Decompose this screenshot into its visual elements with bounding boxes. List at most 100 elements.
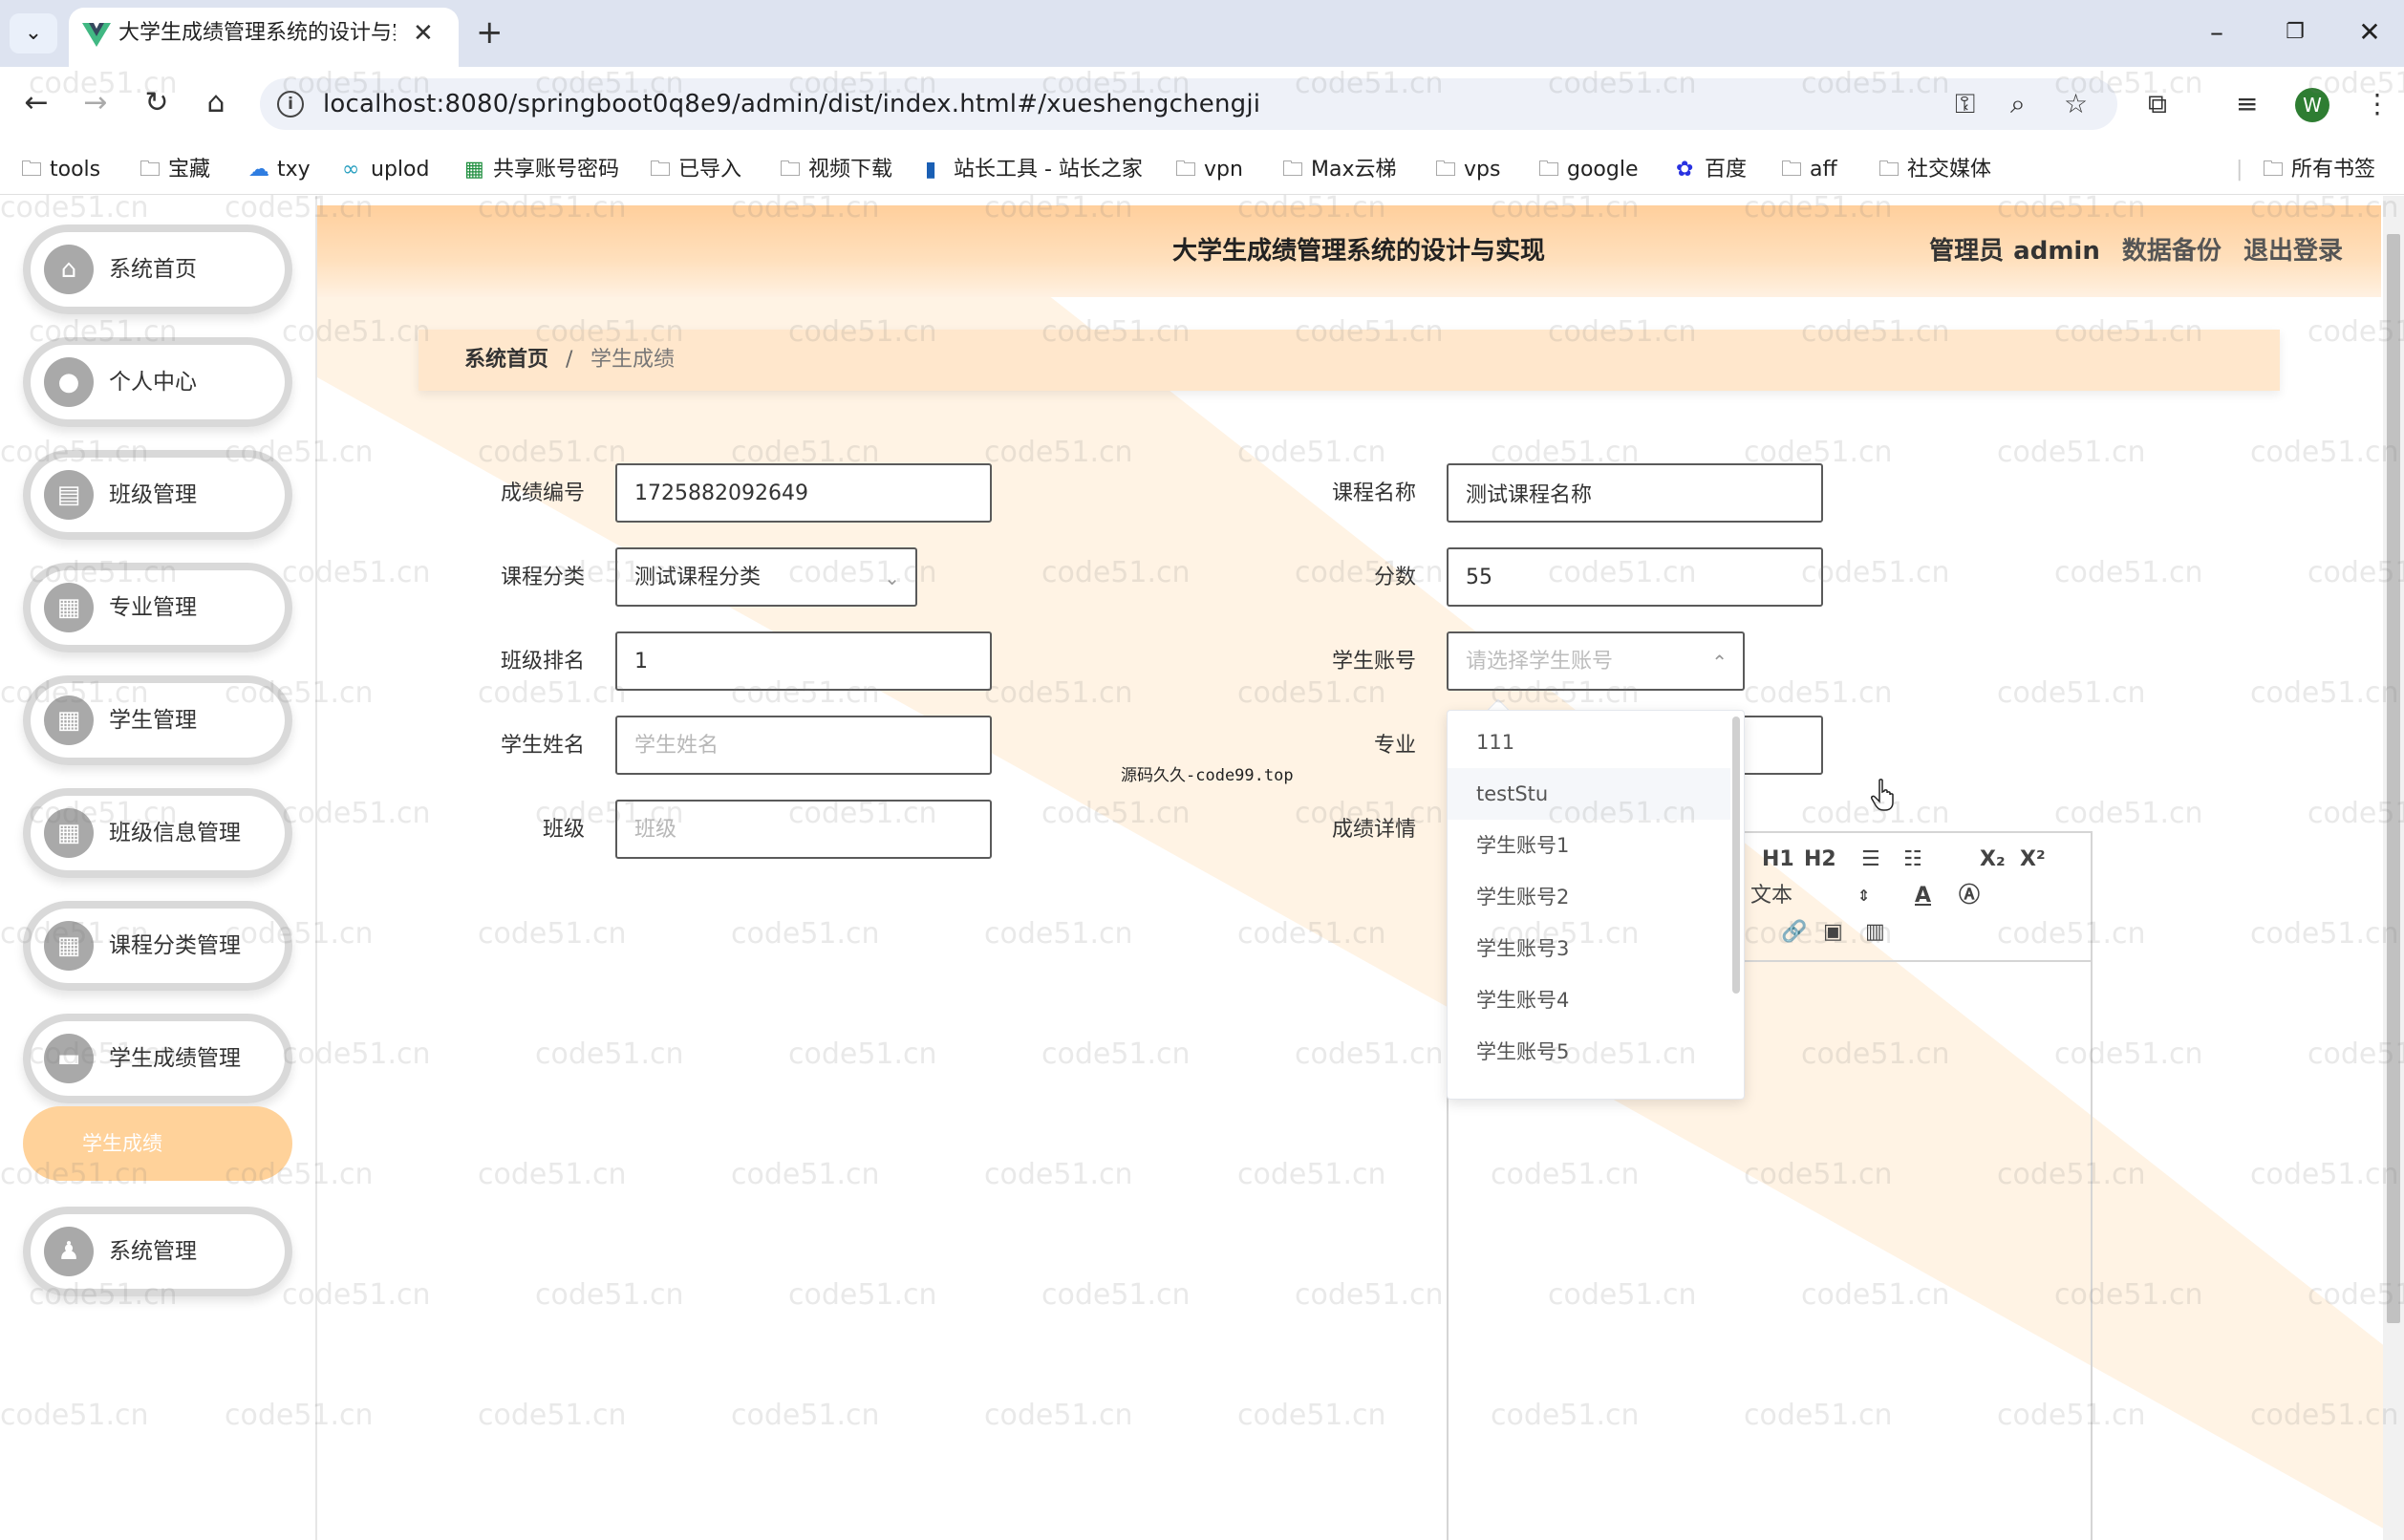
sidebar-item-class-info-mgmt[interactable]: ▦ 班级信息管理 xyxy=(23,788,292,878)
person-icon: ♟ xyxy=(44,1227,94,1276)
zoom-icon[interactable]: ⌕ xyxy=(2010,86,2026,122)
minimize-icon[interactable]: – xyxy=(2198,13,2236,52)
url-text[interactable]: localhost:8080/springboot0q8e9/admin/dis… xyxy=(323,86,1260,122)
address-bar-row: ← → ↻ ⌂ i localhost:8080/springboot0q8e9… xyxy=(0,67,2404,145)
editor-h1-button[interactable]: H1 xyxy=(1762,845,1794,874)
bookmark-social[interactable]: 🗀 社交媒体 xyxy=(1878,153,1991,187)
link-icon[interactable]: 🔗 xyxy=(1781,918,1807,947)
bookmark-vps[interactable]: 🗀 vps xyxy=(1435,153,1500,187)
score-id-input[interactable] xyxy=(615,463,992,523)
dropdown-option[interactable]: 111 xyxy=(1448,717,1730,768)
folder-icon: 🗀 xyxy=(650,158,672,182)
bookmark-star-icon[interactable]: ☆ xyxy=(2064,86,2088,122)
editor-superscript-button[interactable]: X² xyxy=(2020,845,2046,874)
editor-subscript-button[interactable]: X₂ xyxy=(1980,845,2006,874)
media-control-icon[interactable]: ≡ xyxy=(2236,86,2258,122)
forward-icon[interactable]: → xyxy=(76,84,115,122)
editor-h2-button[interactable]: H2 xyxy=(1804,845,1836,874)
tab-search-button[interactable]: ⌄ xyxy=(10,13,57,53)
overlay-source-text: 源码久久-code99.top xyxy=(1121,766,1294,785)
all-bookmarks[interactable]: 🗀 所有书签 xyxy=(2263,153,2375,187)
bullet-list-icon[interactable]: ☷ xyxy=(1903,845,1922,874)
breadcrumb: 系统首页 / 学生成绩 xyxy=(419,330,2280,391)
video-icon[interactable]: ▥ xyxy=(1865,918,1885,947)
bookmark-max[interactable]: 🗀 Max云梯 xyxy=(1282,153,1396,187)
bookmark-baidu[interactable]: ✿ 百度 xyxy=(1676,153,1747,187)
class-rank-label: 班级排名 xyxy=(500,650,585,674)
restore-icon[interactable]: ❐ xyxy=(2276,13,2314,52)
new-tab-icon[interactable]: + xyxy=(476,15,504,50)
dropdown-option[interactable]: 学生账号1 xyxy=(1448,820,1730,871)
bookmark-vpn[interactable]: 🗀 vpn xyxy=(1175,153,1243,187)
sidebar-item-major-mgmt[interactable]: ▦ 专业管理 xyxy=(23,563,292,652)
bookmark-chinaz[interactable]: ▮ 站长工具 - 站长之家 xyxy=(925,153,1143,187)
course-category-value: 测试课程分类 xyxy=(634,566,762,589)
bookmark-tools[interactable]: 🗀 tools xyxy=(21,153,100,187)
grid-icon: ▦ xyxy=(44,808,94,858)
dropdown-option[interactable]: 学生账号5 xyxy=(1448,1026,1730,1078)
class-label: 班级 xyxy=(542,818,585,842)
reload-icon[interactable]: ↻ xyxy=(138,84,176,122)
bookmark-uplod[interactable]: ∞ uplod xyxy=(342,153,429,187)
back-icon[interactable]: ← xyxy=(17,84,55,122)
score-detail-label: 成绩详情 xyxy=(1331,818,1416,842)
profile-avatar[interactable]: W xyxy=(2295,88,2329,122)
sidebar-item-label: 学生管理 xyxy=(109,708,197,733)
sidebar-item-course-category-mgmt[interactable]: ▦ 课程分类管理 xyxy=(23,901,292,991)
sidebar-item-class-mgmt[interactable]: ▤ 班级管理 xyxy=(23,450,292,540)
bookmark-google[interactable]: 🗀 google xyxy=(1538,153,1639,187)
breadcrumb-separator: / xyxy=(566,348,573,372)
image-icon[interactable]: ▣ xyxy=(1823,918,1843,947)
bookmark-treasure[interactable]: 🗀 宝藏 xyxy=(140,153,210,187)
page-scrollbar[interactable] xyxy=(2383,196,2404,1540)
close-window-icon[interactable]: ✕ xyxy=(2350,13,2389,52)
class-input[interactable] xyxy=(615,800,992,859)
tab-close-icon[interactable]: ✕ xyxy=(413,17,434,50)
page-scrollbar-thumb[interactable] xyxy=(2387,234,2400,1323)
home-browser-icon[interactable]: ⌂ xyxy=(197,84,235,122)
logout-link[interactable]: 退出登录 xyxy=(2243,237,2343,266)
sidebar-item-student-mgmt[interactable]: ▦ 学生管理 xyxy=(23,675,292,765)
student-name-input[interactable] xyxy=(615,716,992,775)
editor-text-style-select[interactable]: 文本 xyxy=(1750,882,1792,910)
sidebar-subitem-student-score[interactable]: 学生成绩 xyxy=(23,1106,292,1181)
browser-menu-icon[interactable]: ⋮ xyxy=(2364,86,2391,122)
site-info-icon[interactable]: i xyxy=(277,91,304,118)
class-rank-input[interactable] xyxy=(615,631,992,691)
chevron-down-icon: ⌄ xyxy=(884,567,900,589)
bookmark-video-download[interactable]: 🗀 视频下载 xyxy=(780,153,892,187)
major-label: 专业 xyxy=(1373,734,1416,758)
folder-icon: 🗀 xyxy=(780,158,802,182)
dropdown-option[interactable]: 学生账号4 xyxy=(1448,974,1730,1026)
course-category-select[interactable]: 测试课程分类 ⌄ xyxy=(615,547,917,607)
score-input[interactable] xyxy=(1447,547,1823,607)
sidebar-item-profile[interactable]: ● 个人中心 xyxy=(23,337,292,427)
dropdown-option[interactable]: testStu xyxy=(1448,768,1730,820)
bookmark-aff[interactable]: 🗀 aff xyxy=(1781,153,1837,187)
dropdown-option[interactable]: 学生账号2 xyxy=(1448,871,1730,923)
dropdown-scrollbar[interactable] xyxy=(1732,717,1740,994)
backup-link[interactable]: 数据备份 xyxy=(2122,237,2222,266)
student-account-select[interactable]: 请选择学生账号 ⌃ xyxy=(1447,631,1745,691)
extensions-icon[interactable]: ⧉ xyxy=(2148,86,2167,122)
bookmarks-bar: 🗀 tools 🗀 宝藏 ☁ txy ∞ uplod ▦ 共享账号密码 🗀 已导入 🗀 视频下… xyxy=(0,145,2404,195)
dropdown-option[interactable]: 学生账号3 xyxy=(1448,923,1730,974)
course-name-input[interactable] xyxy=(1447,463,1823,523)
bookmark-imported[interactable]: 🗀 已导入 xyxy=(650,153,741,187)
hand-cursor-icon xyxy=(1871,779,1894,811)
sidebar-item-home[interactable]: ⌂ 系统首页 xyxy=(23,225,292,314)
ordered-list-icon[interactable]: ☰ xyxy=(1861,845,1880,874)
clipboard-icon: ▤ xyxy=(44,470,94,520)
sidebar-item-score-mgmt[interactable]: ▬ 学生成绩管理 xyxy=(23,1014,292,1103)
course-category-label: 课程分类 xyxy=(500,566,585,589)
breadcrumb-home[interactable]: 系统首页 xyxy=(464,345,548,375)
browser-tabstrip: ⌄ 大学生成绩管理系统的设计与实 ✕ + – ❐ ✕ xyxy=(0,0,2404,67)
course-name-label: 课程名称 xyxy=(1331,481,1416,505)
text-color-icon[interactable]: A xyxy=(1915,882,1931,910)
bookmark-shared-accounts[interactable]: ▦ 共享账号密码 xyxy=(464,153,619,187)
background-color-icon[interactable]: Ⓐ xyxy=(1959,882,1980,910)
key-icon[interactable]: ⚿ xyxy=(1955,86,1975,122)
sidebar-item-system-mgmt[interactable]: ♟ 系统管理 xyxy=(23,1207,292,1296)
vue-favicon-icon xyxy=(82,23,111,47)
bookmark-txy[interactable]: ☁ txy xyxy=(248,153,311,187)
